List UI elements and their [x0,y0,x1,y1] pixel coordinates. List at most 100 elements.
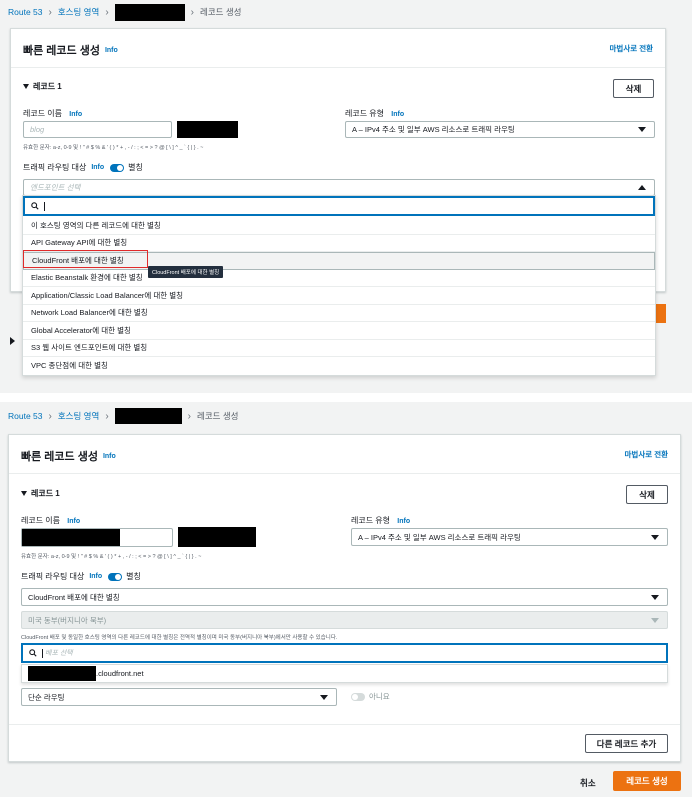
delete-button[interactable]: 삭제 [626,485,668,504]
alias-label: 별칭 [126,572,141,581]
distribution-placeholder: 배포 선택 [45,650,73,657]
info-link[interactable]: Info [397,518,410,525]
caret-down-icon [23,84,29,89]
chevron-right-icon: › [105,410,109,422]
dropdown-option[interactable]: Global Accelerator에 대한 별칭 [23,322,655,340]
breadcrumb-route53[interactable]: Route 53 [8,411,43,421]
endpoint-select[interactable]: 엔드포인트 선택 [23,179,655,196]
record-type-value: A – IPv4 주소 및 일부 AWS 리소스로 트래픽 라우팅 [352,125,515,134]
redacted-domain [178,527,256,547]
search-icon [31,202,39,210]
chevron-right-icon: › [190,6,194,18]
cancel-button[interactable]: 취소 [580,777,596,789]
redacted-domain [177,121,238,138]
breadcrumb-route53[interactable]: Route 53 [8,7,43,17]
endpoint-value: CloudFront 배포에 대한 별칭 [28,592,120,602]
breadcrumb-hosted-zones[interactable]: 호스팅 영역 [58,410,99,422]
chevron-right-icon: › [105,6,109,18]
screenshot-separator [0,393,692,402]
text-cursor [42,648,43,658]
routing-policy-select[interactable]: 단순 라우팅 [21,688,337,706]
dropdown-options: 이 호스팅 영역의 다른 레코드에 대한 별칭 API Gateway API에… [23,217,655,375]
info-link[interactable]: Info [91,164,104,171]
switch-to-wizard-link[interactable]: 마법사로 전환 [625,449,668,460]
caret-down-icon [21,491,27,496]
health-check-toggle[interactable] [351,692,365,701]
record-section-toggle[interactable]: 레코드 1 [21,488,60,499]
record-type-label: 레코드 유형 [345,109,385,118]
routing-target-label: 트래픽 라우팅 대상 [21,572,85,581]
dropdown-option[interactable]: 이 호스팅 영역의 다른 레코드에 대한 별칭 [23,217,655,235]
dropdown-option[interactable]: Network Load Balancer에 대한 별칭 [23,305,655,322]
alias-toggle[interactable] [108,572,123,581]
routing-target-label: 트래픽 라우팅 대상 [23,163,87,172]
caret-up-icon [638,185,646,190]
text-cursor [44,201,45,211]
caret-down-icon [638,127,646,132]
delete-button[interactable]: 삭제 [613,79,654,98]
region-value: 미국 동부(버지니아 북부) [28,615,107,625]
record-type-value: A – IPv4 주소 및 일부 AWS 리소스로 트래픽 라우팅 [358,532,521,542]
breadcrumb: Route 53 › 호스팅 영역 › › 레코드 생성 [8,3,241,21]
record-type-select[interactable]: A – IPv4 주소 및 일부 AWS 리소스로 트래픽 라우팅 [345,121,655,138]
record-type-select[interactable]: A – IPv4 주소 및 일부 AWS 리소스로 트래픽 라우팅 [351,528,668,546]
info-link[interactable]: Info [105,47,118,54]
record-type-label-row: 레코드 유형 Info [345,108,404,119]
routing-target-row: 트래픽 라우팅 대상 Info 별칭 [23,162,143,173]
record-section-title: 레코드 1 [33,82,62,91]
info-link[interactable]: Info [67,518,80,525]
distribution-search-input[interactable]: 배포 선택 [21,643,668,663]
redacted-distribution-id [28,666,96,681]
dropdown-option[interactable]: S3 웹 사이트 엔드포인트에 대한 별칭 [23,340,655,357]
caret-right-icon [10,337,15,345]
record-type-label-row: 레코드 유형 Info [351,515,410,526]
info-link[interactable]: Info [391,111,404,118]
breadcrumb-current: 레코드 생성 [197,411,239,421]
alias-toggle[interactable] [110,163,125,172]
quick-create-panel: 빠른 레코드 생성 Info 마법사로 전환 레코드 1 삭제 레코드 이름 I… [8,434,681,762]
breadcrumb-hosted-zones[interactable]: 호스팅 영역 [58,6,99,18]
caret-down-icon [651,594,659,600]
alias-label: 별칭 [128,163,143,172]
chevron-right-icon: › [48,410,52,422]
health-check-value: 아니요 [369,692,390,701]
divider [11,67,665,68]
redacted-zone-name [114,3,185,21]
switch-to-wizard-link[interactable]: 마법사로 전환 [610,43,653,54]
endpoint-select[interactable]: CloudFront 배포에 대한 별칭 [21,588,668,606]
highlight-annotation [23,250,148,268]
breadcrumb: Route 53 › 호스팅 영역 › › 레코드 생성 [8,408,239,424]
record-name-label: 레코드 이름 [23,109,63,118]
add-record-button[interactable]: 다른 레코드 추가 [585,734,668,753]
info-link[interactable]: Info [103,453,116,460]
divider [9,473,680,474]
create-record-button[interactable]: 레코드 생성 [613,771,681,791]
cloudfront-note: CloudFront 배포 및 동일한 호스팅 영역의 다른 레코드에 대한 별… [21,635,338,641]
caret-down-icon [320,694,328,700]
caret-down-icon [651,617,659,623]
health-check-row: 아니요 [351,691,390,702]
dropdown-option[interactable]: Application/Classic Load Balancer에 대한 별칭 [23,287,655,305]
routing-policy-value: 단순 라우팅 [28,692,65,702]
redacted-record-name [22,529,120,546]
create-record-button-partial[interactable] [655,304,666,323]
redacted-zone-name [114,408,182,424]
endpoint-dropdown: 이 호스팅 영역의 다른 레코드에 대한 별칭 API Gateway API에… [22,195,656,376]
chevron-right-icon: › [48,6,52,18]
record-section-toggle[interactable]: 레코드 1 [23,81,62,92]
info-link[interactable]: Info [69,111,82,118]
distribution-option[interactable]: .cloudfront.net [21,664,668,683]
record-name-label-row: 레코드 이름 Info [21,515,80,526]
record-name-input[interactable]: blog [23,121,172,138]
dropdown-search-input[interactable] [23,196,655,216]
record-name-input[interactable] [21,528,173,547]
divider [9,724,680,725]
search-icon [29,649,37,657]
panel-header: 빠른 레코드 생성 Info [23,42,118,58]
dropdown-option[interactable]: VPC 종단점에 대한 별칭 [23,357,655,375]
region-select: 미국 동부(버지니아 북부) [21,611,668,629]
dropdown-option[interactable]: Elastic Beanstalk 환경에 대한 별칭 [23,270,655,287]
record-name-placeholder: blog [30,125,45,134]
distribution-domain: .cloudfront.net [96,669,144,678]
info-link[interactable]: Info [89,573,102,580]
